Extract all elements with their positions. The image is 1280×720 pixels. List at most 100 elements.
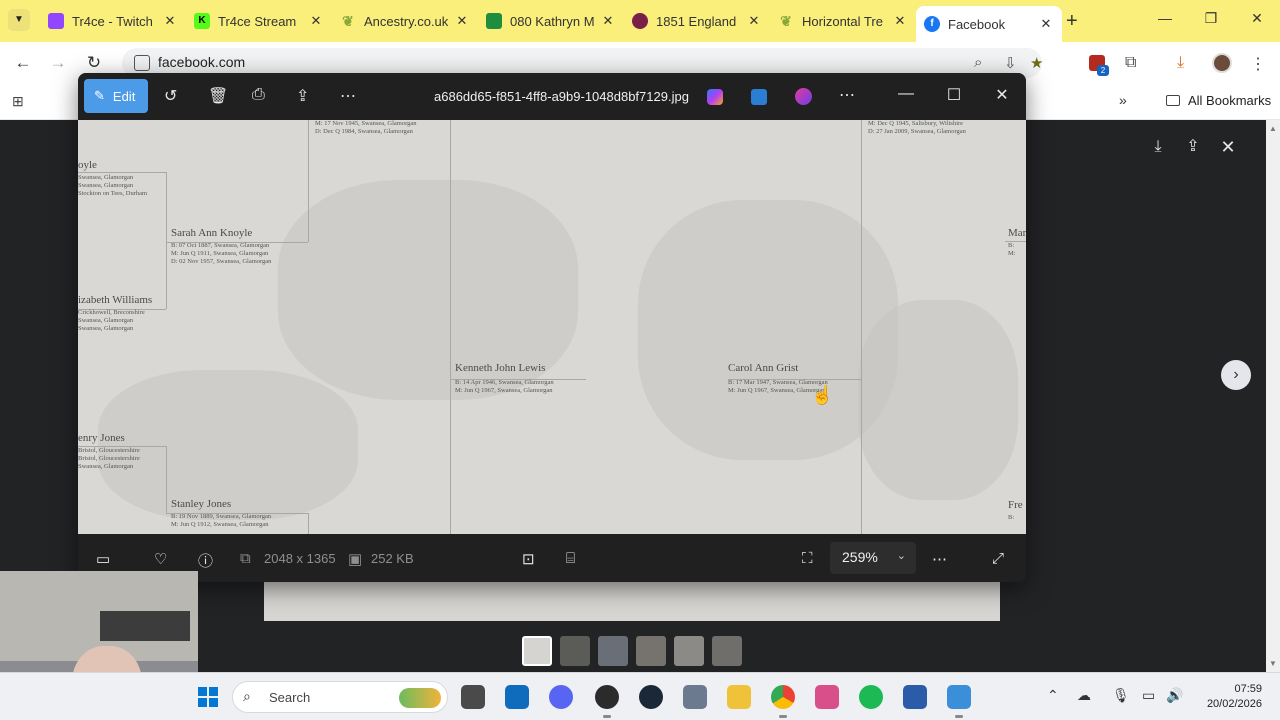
all-bookmarks-button[interactable]: All Bookmarks xyxy=(1166,93,1271,108)
zoom-magnifier-icon[interactable]: ⌕ xyxy=(974,54,982,71)
tab-kick[interactable]: K Tr4ce Stream ✕ xyxy=(186,6,332,36)
restore-icon[interactable]: ❐ xyxy=(1200,10,1222,27)
more-options-icon[interactable]: ⋯ xyxy=(835,85,859,105)
close-tab-icon[interactable]: ✕ xyxy=(600,13,616,29)
zoom-level: 259% xyxy=(842,549,878,565)
info-icon[interactable]: ⓘ xyxy=(198,550,213,571)
close-tab-icon[interactable]: ✕ xyxy=(308,13,324,29)
thumbnail[interactable] xyxy=(674,636,704,666)
thumbnail[interactable] xyxy=(636,636,666,666)
outlook-icon[interactable] xyxy=(505,685,529,709)
close-tab-icon[interactable]: ✕ xyxy=(892,13,908,29)
obs-icon[interactable] xyxy=(595,685,619,718)
chrome-icon[interactable] xyxy=(771,685,795,718)
scroll-down-icon[interactable]: ▼ xyxy=(1269,659,1277,668)
steam-icon[interactable] xyxy=(639,685,663,709)
microphone-icon[interactable]: 🎙 xyxy=(1112,687,1130,704)
scroll-up-icon[interactable]: ▲ xyxy=(1269,124,1277,133)
kick-icon: K xyxy=(194,13,210,29)
extensions-puzzle-icon[interactable]: ⧉ xyxy=(1125,54,1136,72)
thumbnail[interactable] xyxy=(560,636,590,666)
tab-findmypast[interactable]: 1851 England ✕ xyxy=(624,6,770,36)
apps-grid-icon[interactable]: ⊞ xyxy=(12,93,24,110)
install-app-icon[interactable]: ⇩ xyxy=(1004,54,1017,72)
filmstrip-icon[interactable]: ▭ xyxy=(96,550,110,568)
fullscreen-expand-icon[interactable]: ⤢ xyxy=(992,550,1004,567)
visual-search-icon[interactable]: ⊡ xyxy=(522,550,535,568)
url-text[interactable]: facebook.com xyxy=(158,54,245,70)
fit-to-window-icon[interactable]: ⛶ xyxy=(802,550,813,567)
zoom-level-dropdown[interactable]: 259% ⌄ xyxy=(830,542,916,574)
task-view-icon[interactable] xyxy=(461,685,485,709)
save-disk-icon: ▣ xyxy=(348,551,363,568)
browser-menu-icon[interactable]: ⋮ xyxy=(1250,54,1266,74)
onedrive-cloud-icon[interactable]: ☁ xyxy=(1077,687,1091,704)
close-window-icon[interactable]: ✕ xyxy=(1246,10,1268,27)
person-detail: Bristol, Gloucestershire xyxy=(78,455,140,462)
clock-time: 07:59 xyxy=(1234,683,1262,695)
close-window-icon[interactable]: ✕ xyxy=(990,85,1014,105)
more-options-icon[interactable]: ⋯ xyxy=(932,550,947,568)
close-viewer-icon[interactable]: ✕ xyxy=(1216,135,1240,159)
app-icon[interactable] xyxy=(903,685,927,709)
favorite-heart-icon[interactable]: ♡ xyxy=(154,550,167,568)
maximize-icon[interactable]: ☐ xyxy=(942,85,966,105)
scan-text-icon[interactable]: ⌸ xyxy=(566,550,575,567)
more-options-icon[interactable]: ⋯ xyxy=(340,86,356,106)
snipping-tool-icon[interactable] xyxy=(815,685,839,709)
page-scrollbar[interactable]: ▲ ▼ xyxy=(1266,120,1280,672)
volume-icon[interactable]: 🔊 xyxy=(1166,687,1183,704)
copilot-icon[interactable] xyxy=(707,89,723,105)
tab-facebook[interactable]: f Facebook ✕ xyxy=(916,6,1062,42)
thumbnail[interactable] xyxy=(522,636,552,666)
bookmark-star-icon[interactable]: ★ xyxy=(1030,54,1043,72)
minimize-icon[interactable]: — xyxy=(1154,10,1176,26)
next-photo-chevron-icon[interactable]: › xyxy=(1221,360,1251,390)
tab-search-menu-button[interactable]: ▼ xyxy=(8,9,30,31)
close-tab-icon[interactable]: ✕ xyxy=(1038,16,1054,32)
download-icon[interactable]: ⤓ xyxy=(1146,135,1170,159)
person-detail: D: Dec Q 1984, Swansea, Glamorgan xyxy=(315,128,413,135)
person-detail: Stockton on Tees, Durham xyxy=(78,190,148,197)
share-icon[interactable]: ⇪ xyxy=(296,86,309,106)
person-detail: M: xyxy=(1008,250,1016,257)
clipchamp-icon[interactable] xyxy=(795,88,812,105)
file-explorer-icon[interactable] xyxy=(727,685,751,709)
downloads-icon[interactable]: ⤓ xyxy=(1177,54,1184,72)
windows-start-icon[interactable] xyxy=(198,687,218,707)
chevron-double-right-icon[interactable]: » xyxy=(1119,92,1127,108)
forward-arrow-icon[interactable]: → xyxy=(47,53,69,73)
app-icon[interactable] xyxy=(683,685,707,709)
photos-titlebar: ✎ Edit ↺ 🗑 ⎙ ⇪ ⋯ a686dd65-f851-4ff8-a9b9… xyxy=(78,73,1026,120)
spotify-icon[interactable] xyxy=(859,685,883,709)
chevron-up-icon[interactable]: ⌃ xyxy=(1047,687,1059,704)
system-clock[interactable]: 07:59 20/02/2026 xyxy=(1198,682,1262,712)
discord-icon[interactable] xyxy=(549,685,573,709)
close-tab-icon[interactable]: ✕ xyxy=(162,13,178,29)
tab-ancestry[interactable]: ❦ Ancestry.co.uk ✕ xyxy=(332,6,478,36)
new-tab-plus-icon[interactable]: + xyxy=(1066,10,1078,33)
person-name: Sarah Ann Knoyle xyxy=(171,227,253,239)
network-icon[interactable]: ▭ xyxy=(1142,687,1155,704)
close-tab-icon[interactable]: ✕ xyxy=(746,13,762,29)
back-arrow-icon[interactable]: ← xyxy=(12,53,34,73)
thumbnail[interactable] xyxy=(598,636,628,666)
photos-icon[interactable] xyxy=(947,685,971,718)
tab-sheets[interactable]: 080 Kathryn M ✕ xyxy=(478,6,624,36)
profile-avatar[interactable] xyxy=(1212,53,1232,73)
rotate-icon[interactable]: ↺ xyxy=(164,86,177,106)
tab-twitch[interactable]: Tr4ce - Twitch ✕ xyxy=(40,6,186,36)
print-icon[interactable]: ⎙ xyxy=(252,86,265,104)
designer-icon[interactable] xyxy=(751,89,767,105)
delete-trash-icon[interactable]: 🗑 xyxy=(208,86,228,106)
site-info-icon[interactable] xyxy=(134,55,150,71)
edit-button[interactable]: ✎ Edit xyxy=(84,79,148,113)
taskbar-search-box[interactable]: ⌕ Search xyxy=(232,681,448,713)
share-icon[interactable]: ⇪ xyxy=(1181,135,1205,159)
close-tab-icon[interactable]: ✕ xyxy=(454,13,470,29)
tab-horizontal-tree[interactable]: ❦ Horizontal Tre ✕ xyxy=(770,6,916,36)
thumbnail[interactable] xyxy=(712,636,742,666)
minimize-icon[interactable]: — xyxy=(894,85,918,103)
reload-icon[interactable]: ↻ xyxy=(83,53,105,73)
family-tree-image[interactable]: M: 17 Nov 1945, Swansea, Glamorgan D: De… xyxy=(78,120,1026,534)
